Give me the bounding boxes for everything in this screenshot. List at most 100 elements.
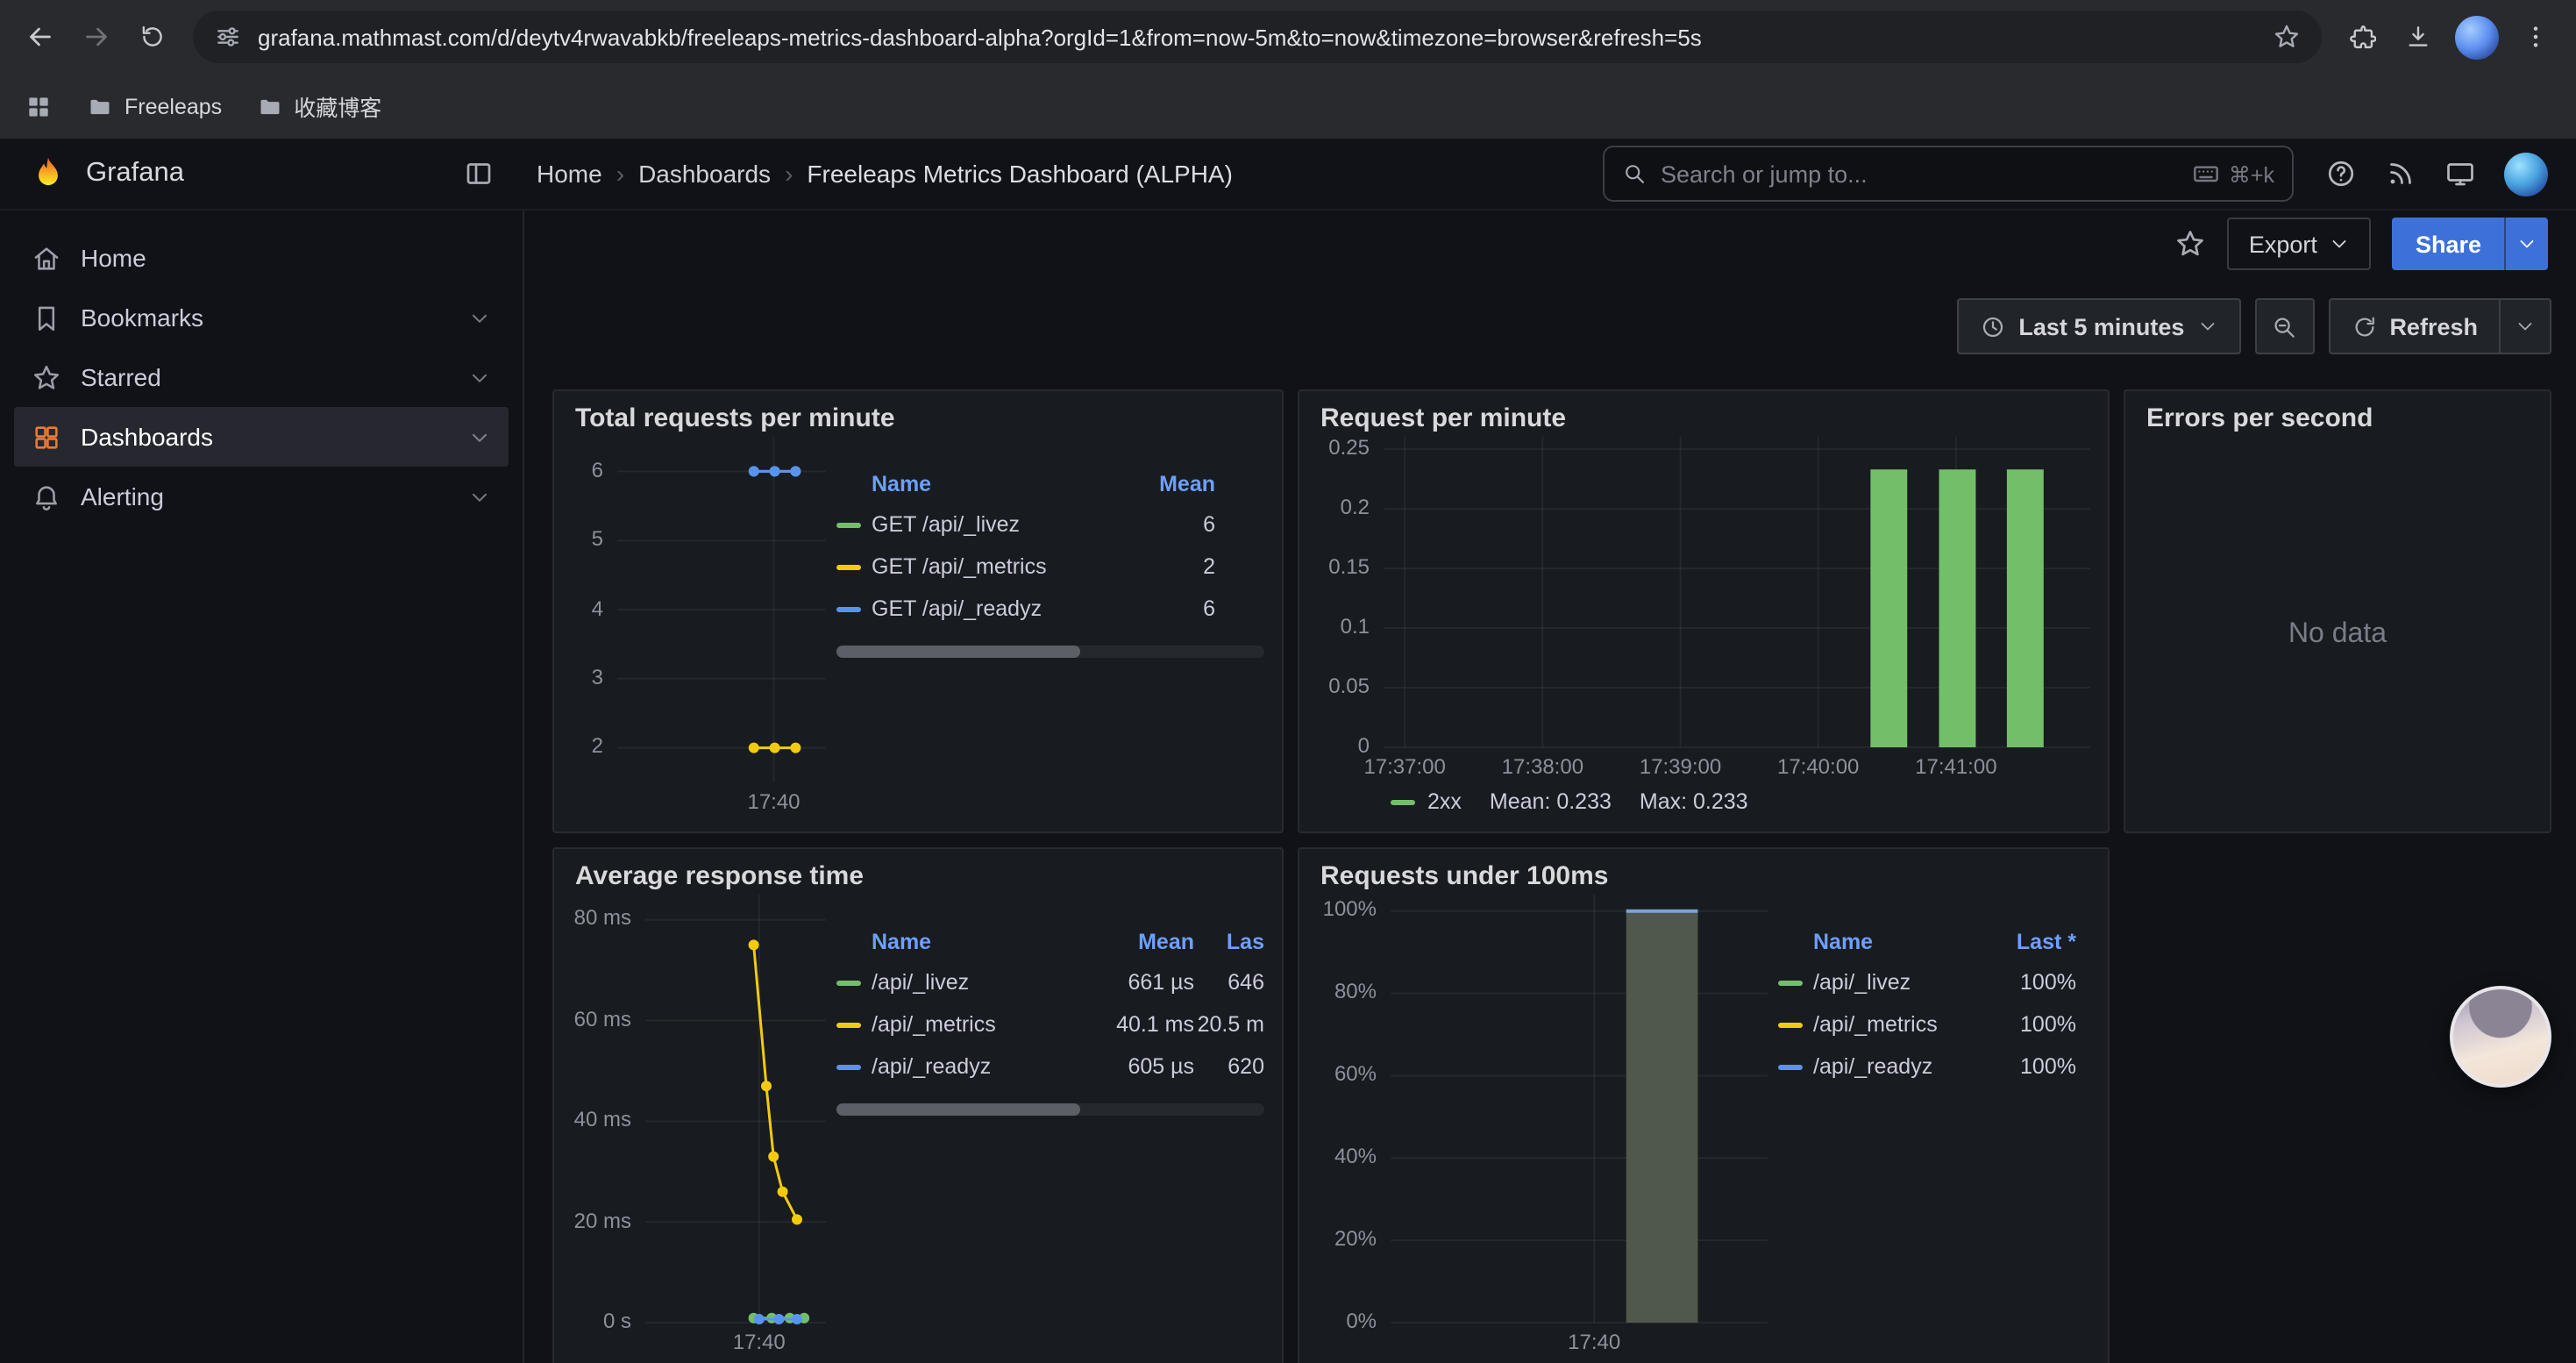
legend-header[interactable]: Last * bbox=[1978, 930, 2076, 954]
sidebar-toggle-icon[interactable] bbox=[463, 158, 495, 189]
panel-title[interactable]: Request per minute bbox=[1299, 391, 2108, 437]
series-swatch bbox=[836, 1022, 861, 1027]
extensions-button[interactable] bbox=[2336, 11, 2388, 63]
assistant-avatar[interactable] bbox=[2450, 986, 2551, 1088]
breadcrumb-item[interactable]: Dashboards bbox=[638, 160, 771, 188]
series-name[interactable]: /api/_livez bbox=[872, 970, 969, 995]
sidebar-item-alerting[interactable]: Alerting bbox=[14, 467, 509, 526]
downloads-button[interactable] bbox=[2392, 11, 2444, 63]
legend-row: /api/_livez100% bbox=[1778, 961, 2090, 1003]
sidebar-item-bookmarks[interactable]: Bookmarks bbox=[14, 288, 509, 347]
kiosk-monitor-icon[interactable] bbox=[2444, 158, 2476, 189]
legend-header[interactable]: Name bbox=[836, 472, 1117, 496]
browser-toolbar: grafana.mathmast.com/d/deytv4rwavabkb/fr… bbox=[0, 0, 2576, 74]
sidebar-item-starred[interactable]: Starred bbox=[14, 347, 509, 407]
export-button[interactable]: Export bbox=[2228, 218, 2372, 270]
legend-item-2xx[interactable]: 2xx bbox=[1391, 789, 1462, 814]
legend-header[interactable]: Mean bbox=[1117, 472, 1215, 496]
x-axis-label: 17:41:00 bbox=[1915, 754, 1996, 779]
time-range-picker[interactable]: Last 5 minutes bbox=[1957, 298, 2240, 354]
chevron-down-icon[interactable] bbox=[468, 306, 491, 329]
legend-requests-under-100ms: NameLast */api/_livez100%/api/_metrics10… bbox=[1778, 895, 2090, 1358]
series-name[interactable]: /api/_readyz bbox=[1813, 1054, 1932, 1079]
chevron-down-icon[interactable] bbox=[468, 425, 491, 448]
chevron-down-icon bbox=[2516, 233, 2537, 254]
share-button[interactable]: Share bbox=[2393, 218, 2504, 270]
series-name[interactable]: /api/_metrics bbox=[872, 1012, 996, 1037]
bookmarks-bar: Freeleaps 收藏博客 bbox=[0, 74, 2576, 139]
series-name[interactable]: /api/_livez bbox=[1813, 970, 1911, 995]
legend-header[interactable]: Mean bbox=[1082, 930, 1194, 954]
bookmark-freeleaps[interactable]: Freeleaps bbox=[88, 94, 222, 118]
series-name[interactable]: /api/_readyz bbox=[872, 1054, 991, 1079]
site-settings-icon[interactable] bbox=[214, 23, 242, 51]
y-axis-label: 80% bbox=[1317, 980, 1377, 1004]
share-menu-button[interactable] bbox=[2504, 218, 2548, 270]
bookmark-star-icon[interactable] bbox=[2273, 23, 2301, 51]
refresh-interval-button[interactable] bbox=[2499, 298, 2551, 354]
main-content: Export Share Last 5 minutes bbox=[524, 211, 2576, 1363]
sidebar-item-label: Starred bbox=[81, 363, 161, 391]
panel-title[interactable]: Average response time bbox=[554, 849, 1282, 895]
url-text[interactable]: grafana.mathmast.com/d/deytv4rwavabkb/fr… bbox=[258, 24, 2257, 50]
grafana-header: Grafana Home›Dashboards›Freeleaps Metric… bbox=[0, 139, 2576, 211]
forward-icon bbox=[81, 21, 112, 53]
chevron-down-icon[interactable] bbox=[468, 485, 491, 508]
series-swatch bbox=[836, 564, 861, 569]
url-bar[interactable]: grafana.mathmast.com/d/deytv4rwavabkb/fr… bbox=[193, 11, 2322, 63]
legend-header[interactable]: Name bbox=[1778, 930, 1978, 954]
breadcrumb-item[interactable]: Home bbox=[537, 160, 602, 188]
y-axis-label: 80 ms bbox=[572, 906, 631, 931]
zoom-out-button[interactable] bbox=[2254, 298, 2314, 354]
browser-menu-button[interactable] bbox=[2509, 11, 2562, 63]
series-name[interactable]: GET /api/_livez bbox=[872, 512, 1020, 537]
legend-scrollbar[interactable] bbox=[836, 646, 1264, 658]
chart-requests-under-100ms[interactable]: 100%80%60%40%20%0%17:40 bbox=[1317, 895, 1768, 1358]
news-rss-icon[interactable] bbox=[2385, 158, 2416, 189]
reload-button[interactable] bbox=[126, 11, 179, 63]
favorite-star-icon[interactable] bbox=[2175, 228, 2207, 260]
chart-total-requests[interactable]: 6543217:40 bbox=[572, 437, 826, 817]
series-value: 620 bbox=[1194, 1054, 1264, 1079]
y-axis-label: 0.2 bbox=[1317, 495, 1370, 519]
grafana-logo-icon[interactable] bbox=[28, 153, 68, 194]
sidebar-item-dashboards[interactable]: Dashboards bbox=[14, 407, 509, 467]
chevron-down-icon[interactable] bbox=[468, 366, 491, 389]
refresh-button[interactable]: Refresh bbox=[2328, 298, 2499, 354]
sidebar: HomeBookmarks Starred DashboardsAlerting bbox=[0, 211, 524, 1363]
series-swatch bbox=[836, 1064, 861, 1069]
user-avatar[interactable] bbox=[2504, 152, 2548, 196]
x-axis-label: 17:40:00 bbox=[1777, 754, 1859, 779]
series-name[interactable]: GET /api/_metrics bbox=[872, 554, 1047, 579]
bookmark-blog[interactable]: 收藏博客 bbox=[257, 89, 381, 123]
back-button[interactable] bbox=[14, 11, 67, 63]
series-name[interactable]: /api/_metrics bbox=[1813, 1012, 1938, 1037]
legend-scrollbar[interactable] bbox=[836, 1103, 1264, 1116]
series-name[interactable]: GET /api/_readyz bbox=[872, 596, 1042, 621]
chart-requests-per-minute[interactable]: 0.250.20.150.10.05017:37:0017:38:0017:39… bbox=[1317, 437, 2090, 782]
search-input[interactable]: Search or jump to... ⌘+k bbox=[1603, 146, 2294, 202]
browser-profile-avatar[interactable] bbox=[2455, 15, 2499, 59]
refresh-group: Refresh bbox=[2328, 298, 2551, 354]
panel-requests-per-minute: Request per minute 0.250.20.150.10.05017… bbox=[1298, 389, 2110, 833]
clock-icon bbox=[1980, 313, 2006, 339]
panel-title[interactable]: Requests under 100ms bbox=[1299, 849, 2108, 895]
forward-button[interactable] bbox=[70, 11, 123, 63]
legend-header[interactable]: Name bbox=[836, 930, 1082, 954]
panel-title[interactable]: Total requests per minute bbox=[554, 391, 1282, 437]
apps-grid-icon[interactable] bbox=[25, 92, 53, 120]
sidebar-item-home[interactable]: Home bbox=[14, 228, 509, 288]
legend-average-response-time: NameMeanLas/api/_livez661 µs646/api/_met… bbox=[836, 895, 1264, 1358]
help-icon[interactable] bbox=[2325, 158, 2357, 189]
y-axis-label: 40% bbox=[1317, 1144, 1377, 1168]
chart-average-response-time[interactable]: 80 ms60 ms40 ms20 ms0 s17:40 bbox=[572, 895, 826, 1358]
panel-errors-per-second: Errors per second No data bbox=[2124, 389, 2551, 833]
chevron-down-icon bbox=[2515, 316, 2536, 337]
chevron-down-icon bbox=[2330, 233, 2351, 254]
x-axis-label: 17:40 bbox=[1568, 1330, 1620, 1354]
grafana-app: Grafana Home›Dashboards›Freeleaps Metric… bbox=[0, 139, 2576, 1363]
legend-header[interactable]: Las bbox=[1194, 930, 1264, 954]
panel-average-response-time: Average response time 80 ms60 ms40 ms20 … bbox=[552, 847, 1284, 1363]
search-shortcut: ⌘+k bbox=[2192, 160, 2274, 188]
panel-title[interactable]: Errors per second bbox=[2125, 391, 2550, 437]
